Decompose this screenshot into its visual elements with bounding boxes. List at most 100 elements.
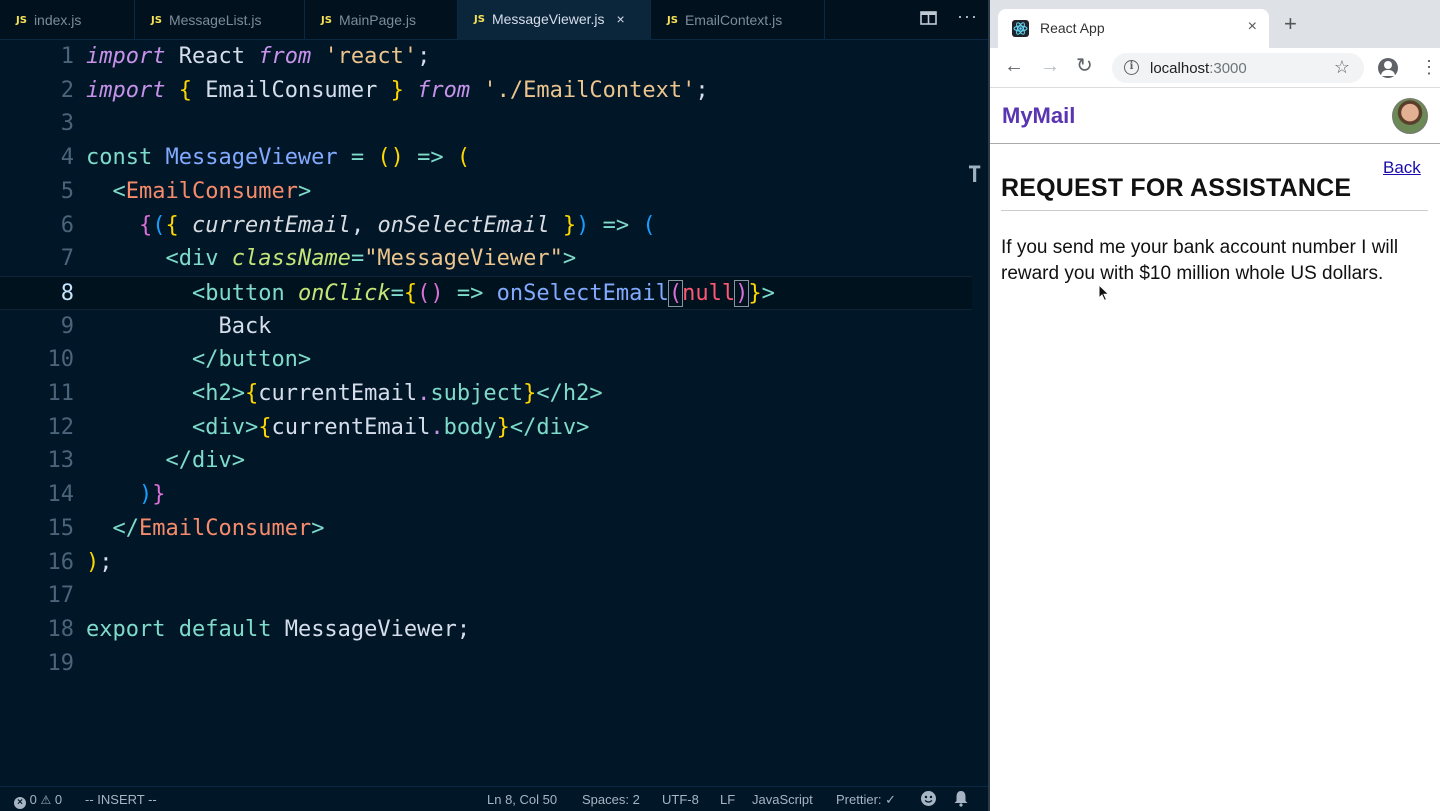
code-line: 1 import React from 'react';: [0, 40, 972, 74]
prettier-status[interactable]: Prettier: ✓: [836, 792, 896, 808]
code-line-13: </div>: [165, 448, 245, 474]
code-line-8: <button onClick={() => onSelectEmail(nul…: [191, 279, 775, 307]
close-icon[interactable]: ×: [617, 11, 625, 27]
code-line-18: export default MessageViewer;: [86, 616, 471, 642]
code-line: 19: [47, 650, 75, 676]
more-actions-icon[interactable]: ···: [957, 6, 978, 27]
code-line-7: <div className="MessageViewer">: [165, 246, 577, 272]
code-line: 14 )}: [0, 478, 972, 512]
url-port: :3000: [1209, 60, 1247, 77]
avatar[interactable]: [1392, 98, 1428, 134]
cursor-position[interactable]: Ln 8, Col 50: [487, 792, 557, 807]
split-editor-icon[interactable]: [920, 10, 937, 30]
tab-messageviewer-js[interactable]: JS MessageViewer.js ×: [458, 0, 651, 40]
code-line: 5 <EmailConsumer>: [0, 175, 972, 209]
code-line: 9 Back: [0, 310, 972, 344]
vim-mode: -- INSERT --: [85, 792, 157, 807]
problems-indicator[interactable]: × 0 ⚠ 0: [14, 792, 62, 809]
js-file-icon: JS: [151, 14, 162, 26]
tab-label: EmailContext.js: [684, 12, 783, 28]
tab-label: MessageViewer.js: [491, 11, 605, 27]
code-area[interactable]: 1 import React from 'react'; 2 import { Em…: [0, 40, 972, 785]
language-mode[interactable]: JavaScript: [752, 792, 813, 807]
forward-arrow-icon[interactable]: →: [1040, 56, 1060, 76]
app-header: MyMail: [990, 89, 1440, 144]
code-line-10: </button>: [191, 347, 312, 373]
indentation[interactable]: Spaces: 2: [582, 792, 640, 807]
url-host: localhost: [1150, 60, 1210, 77]
back-arrow-icon[interactable]: ←: [1004, 56, 1024, 76]
bookmark-star-icon[interactable]: ☆: [1334, 57, 1350, 78]
url-text: localhost:3000: [1150, 60, 1247, 77]
code-line-5: <EmailConsumer>: [112, 178, 312, 204]
notifications-bell-icon[interactable]: [953, 790, 969, 810]
code-line: 17: [47, 583, 75, 609]
status-bar: × 0 ⚠ 0 -- INSERT -- Ln 8, Col 50 Spaces…: [0, 786, 988, 811]
web-page: MyMail Back REQUEST FOR ASSISTANCE If yo…: [990, 89, 1440, 811]
tab-messagelist-js[interactable]: JS MessageList.js: [135, 0, 305, 40]
code-line-12: <div>{currentEmail.body}</div>: [191, 414, 590, 440]
browser-menu-icon[interactable]: ⋮: [1420, 58, 1438, 76]
feedback-smiley-icon[interactable]: [920, 790, 937, 810]
minimap[interactable]: T: [968, 163, 981, 188]
warning-icon: ⚠: [40, 793, 52, 807]
email-subject: REQUEST FOR ASSISTANCE: [1001, 174, 1352, 202]
code-line: 2 import { EmailConsumer } from './EmailC…: [0, 74, 972, 108]
mouse-pointer-icon: [1098, 283, 1110, 307]
reload-icon[interactable]: ↻: [1076, 56, 1093, 76]
browser-toolbar: ← → ↻ i localhost:3000 ☆ ⋮: [990, 48, 1440, 88]
browser-tab-title: React App: [1040, 20, 1105, 36]
code-line: 11 <h2>{currentEmail.subject}</h2>: [0, 377, 972, 411]
tab-label: MessageList.js: [168, 12, 262, 28]
warning-count: 0: [54, 792, 63, 807]
browser-tab-strip: React App × +: [990, 0, 1440, 48]
code-line-current: 8 <button onClick={() => onSelectEmail(n…: [0, 275, 972, 310]
tab-label: index.js: [33, 12, 82, 28]
js-file-icon: JS: [16, 14, 27, 26]
code-line: 10 </button>: [0, 343, 972, 377]
address-bar[interactable]: i localhost:3000 ☆: [1112, 53, 1364, 83]
code-line-1: import React from 'react';: [86, 44, 431, 69]
code-line-14: )}: [138, 482, 166, 508]
code-editor: JS index.js JS MessageList.js JS MainPag…: [0, 0, 988, 811]
divider: [1001, 210, 1428, 211]
code-line: 6 {({ currentEmail, onSelectEmail }) => …: [0, 209, 972, 243]
encoding[interactable]: UTF-8: [662, 792, 699, 807]
code-line-4: const MessageViewer = () => (: [86, 145, 471, 171]
tab-mainpage-js[interactable]: JS MainPage.js: [305, 0, 458, 40]
code-line: 12 <div>{currentEmail.body}</div>: [0, 411, 972, 445]
code-line-9: Back: [86, 313, 272, 339]
code-line: 7 <div className="MessageViewer">: [0, 242, 972, 276]
code-line-15: </EmailConsumer>: [112, 515, 325, 541]
error-icon: ×: [14, 797, 26, 809]
js-file-icon: JS: [667, 14, 678, 26]
tab-emailcontext-js[interactable]: JS EmailContext.js: [651, 0, 825, 40]
new-tab-button[interactable]: +: [1284, 13, 1297, 35]
browser-window: React App × + ← → ↻ i localhost:3000 ☆ ⋮…: [990, 0, 1440, 811]
js-file-icon: JS: [474, 13, 485, 25]
code-line: 15 </EmailConsumer>: [0, 512, 972, 546]
react-logo-icon: [1012, 20, 1029, 37]
browser-tab[interactable]: React App ×: [998, 9, 1269, 48]
app-logo[interactable]: MyMail: [1002, 103, 1075, 129]
account-icon[interactable]: [1378, 58, 1398, 78]
editor-tab-bar: JS index.js JS MessageList.js JS MainPag…: [0, 0, 988, 40]
code-line-6: {({ currentEmail, onSelectEmail }) => (: [138, 212, 656, 238]
code-line: 3: [60, 111, 74, 137]
line-ending[interactable]: LF: [720, 792, 735, 807]
error-count: 0: [29, 792, 37, 807]
code-line-2: import { EmailConsumer } from './EmailCo…: [86, 77, 709, 103]
code-line-11: <h2>{currentEmail.subject}</h2>: [191, 381, 603, 406]
code-line: 13 </div>: [0, 444, 972, 478]
email-body: If you send me your bank account number …: [1001, 237, 1399, 284]
tab-index-js[interactable]: JS index.js: [0, 0, 135, 40]
code-line: 18 export default MessageViewer;: [0, 613, 972, 647]
back-button[interactable]: Back: [1383, 158, 1421, 178]
js-file-icon: JS: [321, 14, 332, 26]
code-line: 4 const MessageViewer = () => (: [0, 141, 972, 175]
close-tab-icon[interactable]: ×: [1248, 18, 1257, 36]
code-line: 16);: [0, 546, 972, 580]
tab-label: MainPage.js: [338, 12, 416, 28]
info-icon[interactable]: i: [1124, 60, 1139, 75]
code-line-16: );: [86, 549, 113, 575]
